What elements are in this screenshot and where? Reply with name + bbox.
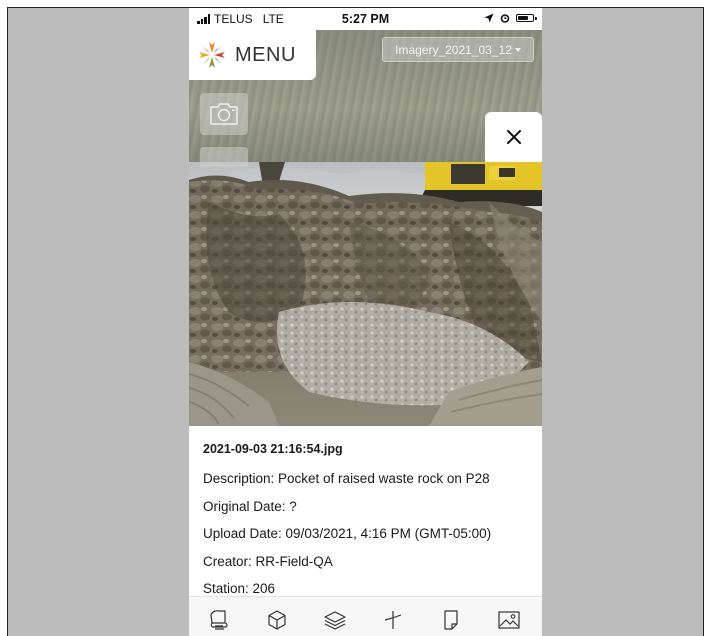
photo-filename: 2021-09-03 21:16:54.jpg — [203, 442, 343, 456]
image-icon — [498, 611, 520, 629]
note-tool-button[interactable] — [436, 607, 466, 633]
measure-icon — [384, 611, 402, 629]
site-photo — [189, 162, 542, 426]
measure-tool-button[interactable] — [378, 607, 408, 633]
alarm-icon — [500, 14, 510, 23]
status-icons — [484, 13, 537, 23]
cube-icon — [268, 610, 286, 630]
photo-creator: Creator: RR-Field-QA — [203, 553, 333, 569]
app-logo-icon — [199, 42, 225, 68]
camera-icon — [210, 103, 238, 125]
location-icon — [484, 13, 494, 23]
camera-button[interactable] — [200, 93, 248, 135]
image-tool-button[interactable] — [494, 607, 524, 633]
layers-tool-button[interactable] — [320, 607, 350, 633]
close-button[interactable] — [485, 112, 542, 162]
bucket-tool-button[interactable] — [204, 607, 234, 633]
menu-label: MENU — [235, 43, 296, 66]
3d-tool-button[interactable] — [262, 607, 292, 633]
bottom-toolbar — [189, 596, 542, 636]
site-photo-image — [189, 162, 542, 426]
bucket-icon — [210, 610, 228, 630]
menu-button[interactable]: MENU — [189, 30, 316, 80]
chevron-down-icon — [514, 47, 521, 52]
photo-upload-date: Upload Date: 09/03/2021, 4:16 PM (GMT-05… — [203, 526, 492, 541]
photo-info-panel: 2021-09-03 21:16:54.jpg Description: Poc… — [189, 426, 542, 596]
layers-icon — [324, 611, 346, 630]
photo-original-date: Original Date: ? — [203, 498, 297, 514]
imagery-dropdown[interactable]: Imagery_2021_03_12 — [382, 37, 534, 62]
photo-description: Description: Pocket of raised waste rock… — [203, 471, 490, 486]
phone-screen: TELUS LTE 5:27 PM MENU Imagery_2021_03_1… — [189, 8, 542, 636]
close-icon — [506, 130, 521, 144]
status-bar: TELUS LTE 5:27 PM — [189, 8, 542, 30]
imagery-selected-value: Imagery_2021_03_12 — [395, 42, 512, 57]
battery-icon — [516, 14, 537, 22]
note-icon — [444, 610, 458, 630]
map-tool-button[interactable] — [200, 147, 248, 167]
